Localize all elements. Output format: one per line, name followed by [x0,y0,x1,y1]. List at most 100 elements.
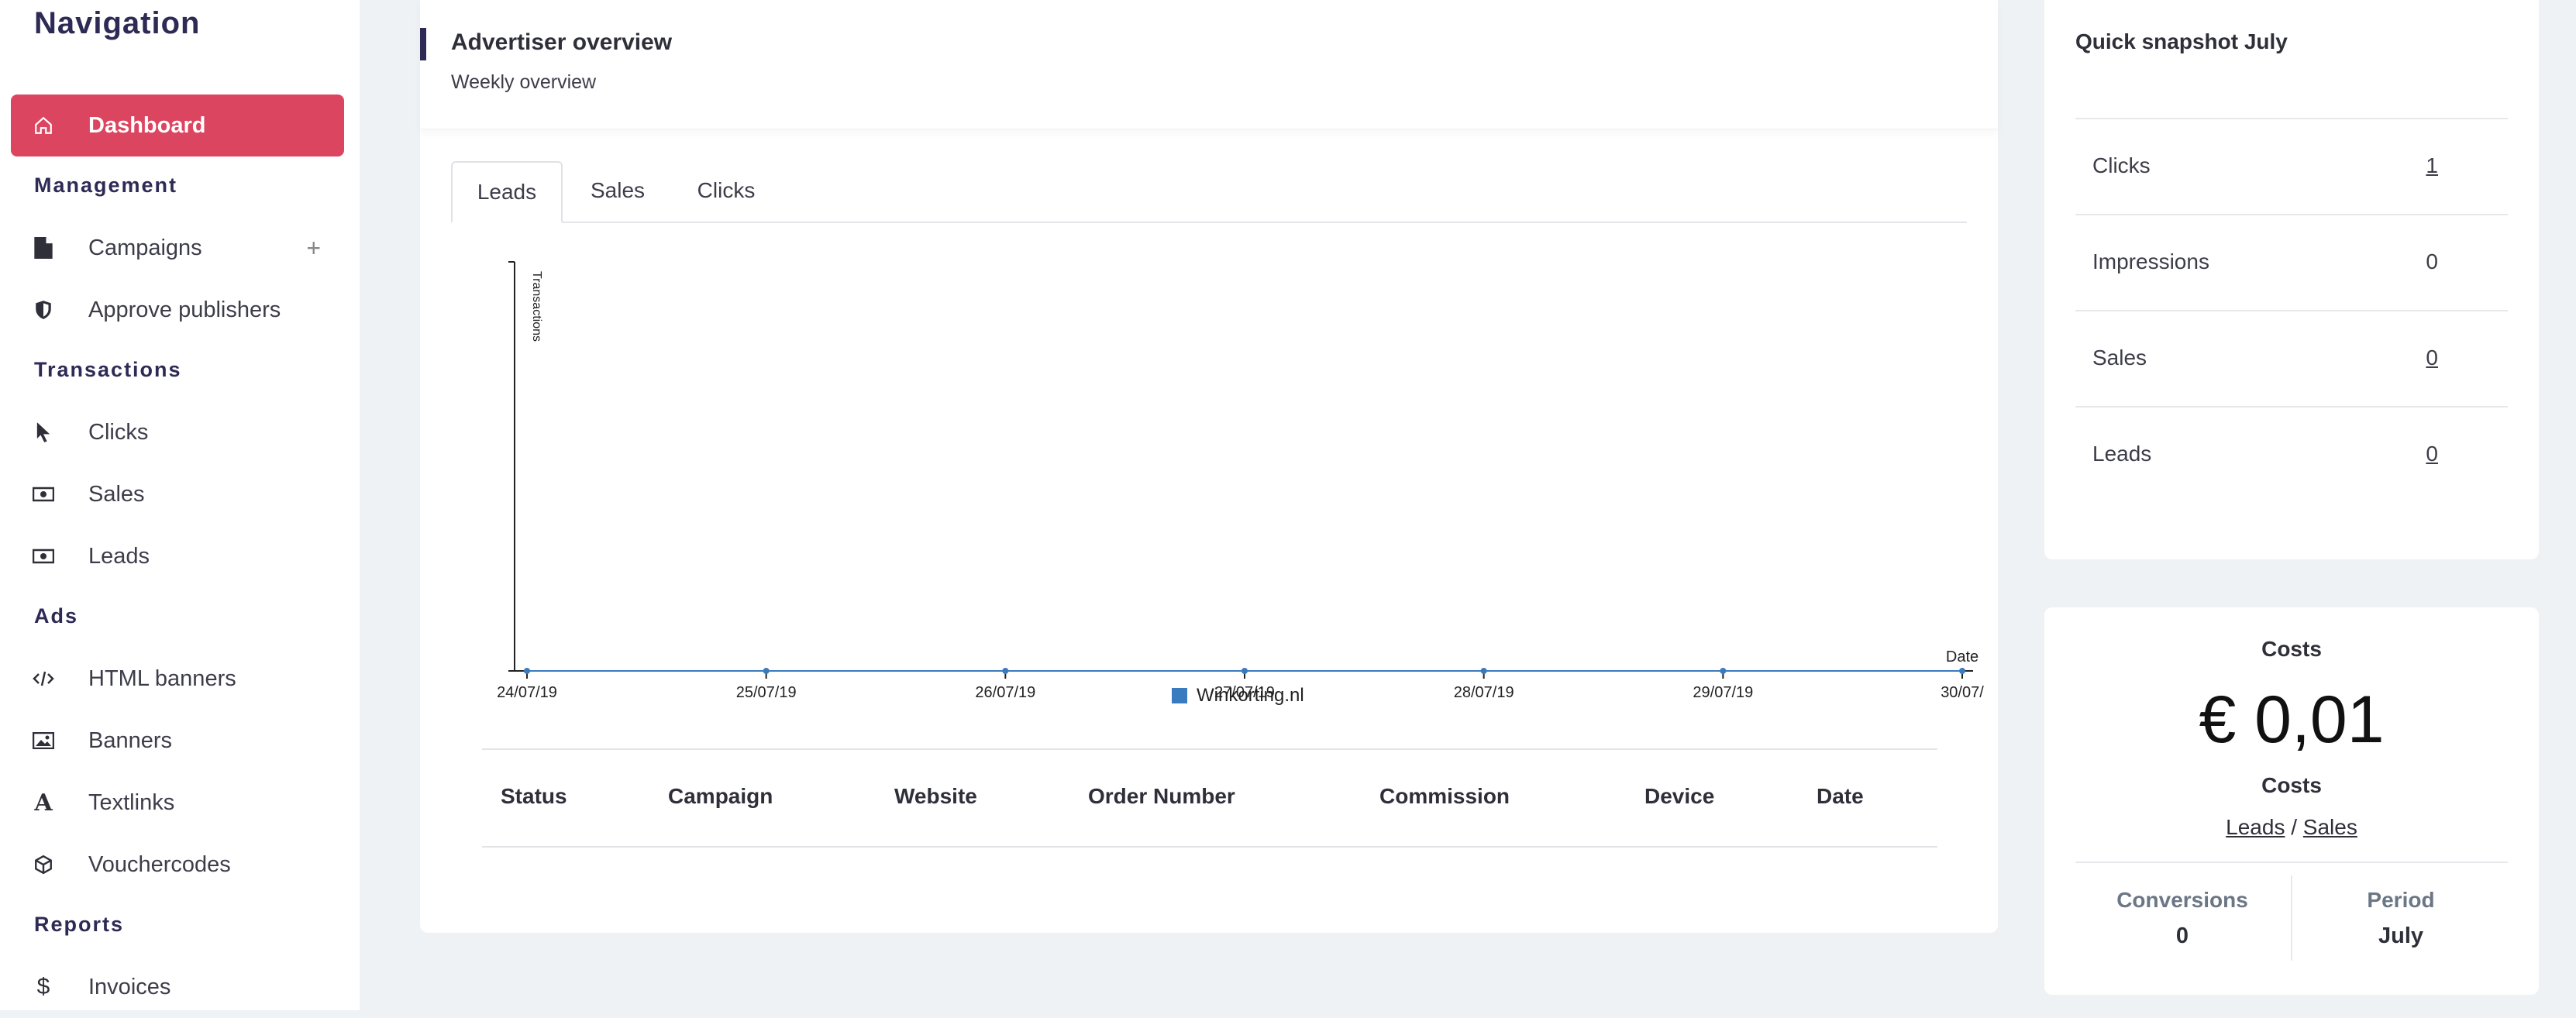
sidebar-item-label: Vouchercodes [88,851,231,877]
data-point [1959,668,1965,674]
column-header-date[interactable]: Date [1817,784,1864,809]
cube-icon [33,854,54,875]
sidebar-item-sales[interactable]: Sales [11,463,344,525]
data-point [1002,668,1009,674]
conversions-label: Conversions [2116,888,2248,912]
quick-snapshot-card: Quick snapshot July Clicks 1 Impressions… [2044,0,2539,559]
period-value: July [2378,923,2424,948]
sidebar-item-clicks[interactable]: Clicks [11,401,344,463]
sidebar-item-label: HTML banners [88,665,236,691]
x-tick-label: 29/07/19 [1693,684,1753,701]
home-icon [33,115,54,136]
overview-tabs: Leads Sales Clicks [451,161,1967,223]
legend-swatch [1172,688,1187,703]
legend-label[interactable]: Winkorting.nl [1197,685,1304,706]
snapshot-row-sales: Sales 0 [2075,310,2508,408]
sidebar-item-banners[interactable]: Banners [11,710,344,772]
sidebar-item-label: Banners [88,727,173,753]
sidebar-item-label: Campaigns [88,235,202,260]
file-icon [33,237,54,259]
period-label: Period [2367,888,2435,912]
sidebar-item-label: Dashboard [88,112,206,138]
section-transactions: Transactions [34,358,182,381]
section-ads: Ads [34,604,79,628]
transactions-chart: Transactions Date 24/07/19 25/07/19 26/07/19… [497,261,1984,706]
x-tick-label: 25/07/19 [736,684,797,701]
sales-link[interactable]: Sales [2303,815,2357,839]
costs-title: Costs [2261,637,2322,661]
snapshot-row-clicks: Clicks 1 [2075,118,2508,215]
snapshot-row-impressions: Impressions 0 [2075,214,2508,311]
snapshot-title: Quick snapshot July [2075,29,2288,53]
tab-leads[interactable]: Leads [451,161,563,223]
snapshot-label: Leads [2092,442,2152,466]
overview-subtitle: Weekly overview [451,71,597,93]
sidebar-item-textlinks[interactable]: A Textlinks [11,772,344,834]
sidebar-title: Navigation [34,6,201,40]
sidebar-item-html-banners[interactable]: HTML banners [11,648,344,710]
sidebar-item-label: Sales [88,481,145,507]
x-tick-label: 28/07/19 [1454,684,1514,701]
x-tick-label: 26/07/19 [975,684,1035,701]
costs-amount: € 0,01 [2199,683,2385,757]
add-campaign-button[interactable]: + [306,234,321,263]
costs-links: Leads / Sales [2044,815,2539,840]
sidebar-item-label: Textlinks [88,789,175,815]
leads-link[interactable]: Leads [2226,815,2285,839]
data-point [1480,668,1487,674]
costs-divider [2075,862,2508,863]
sidebar-item-vouchercodes[interactable]: Vouchercodes [11,834,344,896]
section-reports: Reports [34,913,125,936]
money-icon [33,545,54,567]
sidebar: Navigation Dashboard Management Campaign… [0,0,360,1010]
snapshot-label: Impressions [2092,249,2209,273]
header-accent-bar [420,28,426,60]
image-icon [33,730,54,751]
data-point [1720,668,1727,674]
sidebar-item-label: Approve publishers [88,297,281,322]
column-header-commission[interactable]: Commission [1379,784,1510,809]
links-separator: / [2291,815,2298,839]
sidebar-item-campaigns[interactable]: Campaigns + [11,217,344,279]
code-icon [33,668,54,690]
column-header-website[interactable]: Website [894,784,977,809]
y-axis-label: Transactions [530,271,543,342]
dollar-icon: $ [36,974,50,999]
column-header-campaign[interactable]: Campaign [668,784,773,809]
transactions-table-header: Status Campaign Website Order Number Com… [482,748,1937,848]
column-header-status[interactable]: Status [501,784,567,809]
sidebar-item-label: Leads [88,543,150,569]
advertiser-overview-card: Advertiser overview Weekly overview Lead… [420,0,1998,933]
sidebar-item-label: Invoices [88,974,171,999]
section-management: Management [34,174,178,197]
sidebar-item-leads[interactable]: Leads [11,525,344,587]
tab-clicks[interactable]: Clicks [676,161,777,220]
x-tick-label: 24/07/19 [497,684,557,701]
sidebar-item-label: Clicks [88,419,149,445]
x-tick-label: 30/07/ [1941,684,1984,701]
overview-header: Advertiser overview Weekly overview [420,0,1998,129]
costs-sublabel: Costs [2261,773,2322,797]
money-icon [33,483,54,505]
conversions-value: 0 [2175,923,2189,948]
data-point [1242,668,1248,674]
snapshot-value: 0 [2426,249,2438,273]
snapshot-value-link[interactable]: 0 [2426,346,2438,370]
tab-sales[interactable]: Sales [567,161,668,220]
x-axis-label: Date [1946,648,1978,665]
data-point [763,668,770,674]
snapshot-value-link[interactable]: 1 [2426,153,2438,178]
data-point [524,668,530,674]
sidebar-item-invoices[interactable]: $ Invoices [11,956,344,1018]
snapshot-label: Clicks [2092,153,2151,177]
column-header-order-number[interactable]: Order Number [1088,784,1235,809]
sidebar-item-approve-publishers[interactable]: Approve publishers [11,279,344,341]
overview-title: Advertiser overview [451,29,673,55]
sidebar-item-dashboard[interactable]: Dashboard [11,95,344,156]
cursor-icon [33,421,54,443]
snapshot-value-link[interactable]: 0 [2426,442,2438,466]
column-header-device[interactable]: Device [1644,784,1714,809]
text-icon: A [34,789,53,817]
snapshot-row-leads: Leads 0 [2075,406,2508,504]
snapshot-label: Sales [2092,346,2147,370]
